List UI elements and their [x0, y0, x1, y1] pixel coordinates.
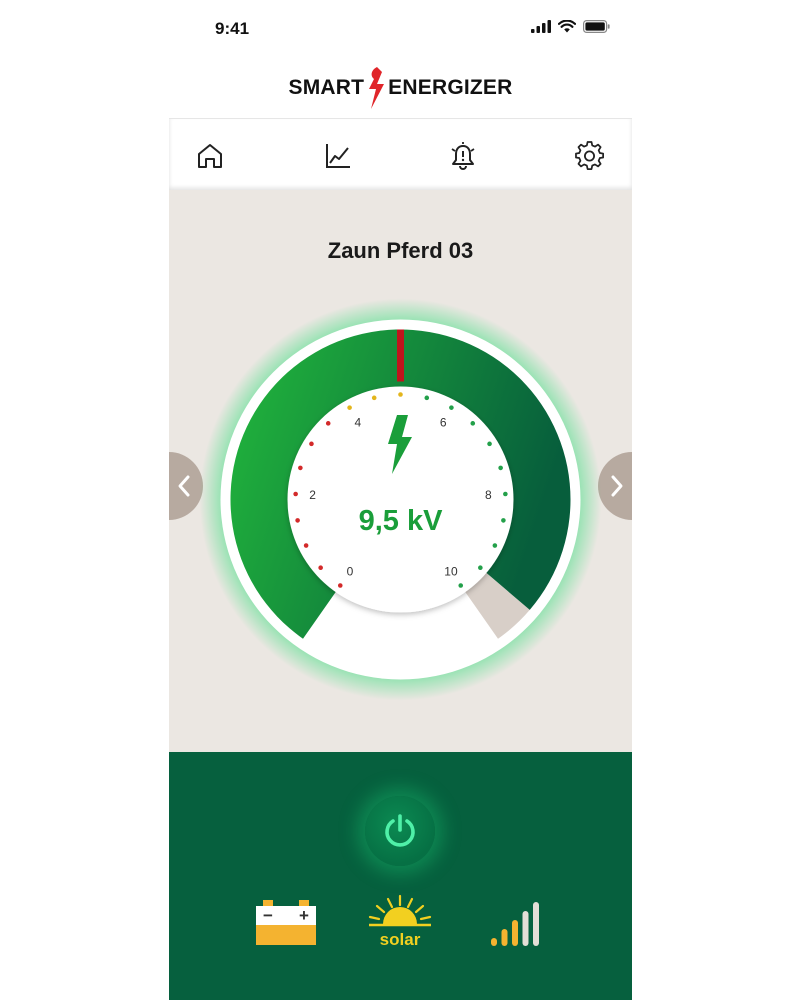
scale-dot — [503, 491, 508, 497]
battery-plus-symbol: + — [299, 906, 309, 925]
scale-dot — [424, 395, 430, 401]
voltage-gauge: 0 2 4 6 8 10 9,5 kV — [199, 298, 602, 701]
scale-dot — [309, 441, 314, 447]
scale-dot — [298, 465, 303, 471]
bottom-status-bar: − + solar — [169, 752, 632, 1000]
scale-label: 4 — [354, 416, 361, 430]
scale-dot — [449, 405, 454, 410]
signal-strength-icon — [491, 902, 539, 946]
device-panel: Zaun Pferd 03 0 2 4 6 8 10 9,5 kV — [169, 190, 632, 752]
status-bar: 9:41 — [169, 0, 632, 56]
battery-icon — [583, 20, 610, 33]
scale-dot — [498, 465, 503, 471]
signal-bar — [501, 929, 508, 946]
scale-dot — [478, 565, 483, 570]
scale-dot — [458, 583, 464, 588]
scale-label: 6 — [440, 416, 447, 430]
signal-bar — [522, 911, 529, 946]
chevron-left-icon — [178, 475, 190, 497]
scale-dot — [470, 421, 476, 426]
fence-name: Zaun Pferd 03 — [327, 238, 474, 263]
power-icon — [385, 814, 415, 847]
solar-icon: solar — [368, 894, 432, 949]
chevron-right-icon — [611, 475, 623, 497]
scale-dot — [501, 518, 506, 523]
scale-dot — [293, 491, 298, 497]
solar-label: solar — [380, 930, 421, 949]
brand-text-right: ENERGIZER — [388, 76, 513, 99]
scale-dot — [347, 405, 352, 410]
lightning-bolt-icon — [369, 67, 385, 109]
battery-minus-symbol: − — [263, 906, 273, 925]
power-button[interactable] — [365, 796, 435, 866]
scale-label: 8 — [485, 488, 492, 502]
scale-dot — [398, 392, 403, 397]
scale-label: 0 — [347, 565, 354, 579]
signal-bar — [533, 902, 539, 946]
cellular-signal-icon — [531, 20, 551, 33]
scale-dot — [303, 543, 309, 548]
top-navigation — [169, 118, 632, 191]
signal-bar — [491, 938, 497, 946]
status-icons — [531, 20, 610, 33]
status-time: 9:41 — [215, 19, 250, 38]
scale-dot — [295, 518, 300, 523]
scale-dot — [371, 395, 377, 401]
signal-bar — [512, 920, 518, 946]
brand-text-left: SMART — [288, 76, 365, 99]
car-battery-icon: − + — [256, 900, 316, 945]
gauge-value: 9,5 kV — [359, 505, 443, 537]
previous-device-button[interactable] — [169, 452, 203, 520]
scale-dot — [325, 421, 331, 426]
scale-dot — [337, 583, 343, 588]
home-icon[interactable] — [195, 141, 225, 171]
scale-dot — [492, 543, 498, 548]
alarm-bell-icon[interactable] — [448, 141, 478, 171]
next-device-button[interactable] — [598, 452, 632, 520]
gauge-marker — [397, 329, 404, 382]
scale-dot — [487, 441, 492, 447]
gear-icon[interactable] — [575, 141, 605, 171]
wifi-icon — [558, 20, 576, 33]
phone-screen: 9:41 SMART ENERGIZER Zaun Pferd 03 0 2 4… — [169, 0, 632, 1000]
brand-logo: SMART ENERGIZER — [169, 60, 632, 116]
scale-dot — [318, 565, 323, 570]
scale-label: 10 — [444, 565, 458, 579]
chart-icon[interactable] — [323, 141, 353, 171]
scale-label: 2 — [309, 488, 316, 502]
